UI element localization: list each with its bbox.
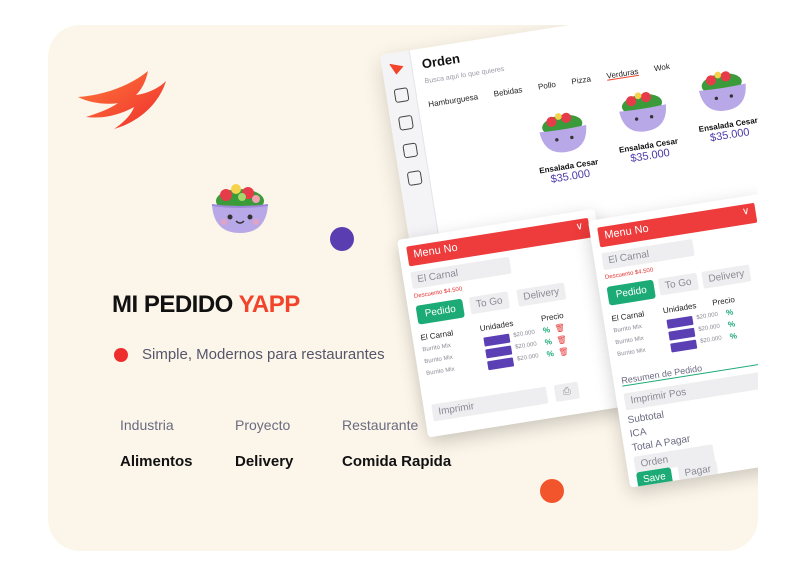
headline-accent: YAPP [238,291,301,318]
tab-pizza[interactable]: Pizza [571,74,592,86]
menu-label: Menu No [412,241,459,261]
menu-label: Menu No [603,222,650,242]
pedido-button[interactable]: Pedido [415,298,466,325]
tab-verduras[interactable]: Verduras [606,67,639,81]
subtotal-label: Subtotal [626,409,665,427]
discount-icon[interactable]: % [727,319,735,329]
order-summary-panel: Menu No ∨ El Carnal Descuento $4.500 Ped… [588,193,758,488]
swift-bird-logo-icon [78,71,166,129]
swift-logo-icon [389,62,405,76]
delivery-button[interactable]: Delivery [701,264,752,289]
discount-text: Descuento $4.500 [413,286,463,300]
meta-value: Delivery [235,453,294,470]
quantity-stepper[interactable] [487,357,515,371]
trash-icon[interactable]: 🗑 [558,347,569,357]
hero-card: MI PEDIDO YAPP Simple, Modernos para res… [48,25,758,551]
item-price: $20.000 [699,335,723,345]
delivery-button[interactable]: Delivery [516,282,567,307]
column-header: Unidades [479,318,514,334]
meta-value: Comida Rapida [342,453,452,470]
item-name: Burrito Mix [423,354,454,366]
salad-bowl-icon [211,184,269,233]
decorative-dot [330,227,354,251]
bullet-dot [114,347,128,362]
meta-value: Alimentos [120,453,193,470]
tab-bebidas[interactable]: Bebidas [493,85,523,98]
quantity-stepper[interactable] [666,315,694,329]
column-header: Precio [711,295,736,308]
column-header: El Carnal [610,309,645,324]
item-name: Burrito Mix [425,366,456,378]
item-name: Burrito Mix [616,347,647,359]
meta-label: Proyecto [235,417,291,433]
item-price: $20.000 [516,353,540,363]
quantity-stepper[interactable] [485,345,513,359]
item-name: Burrito Mix [422,342,452,354]
tab-hamburguesa[interactable]: Hamburguesa [428,92,479,109]
column-header: El Carnal [419,328,454,343]
item-price: $20.000 [512,329,536,339]
chevron-down-icon: ∨ [741,205,751,218]
discount-icon[interactable]: % [542,325,550,335]
discount-icon[interactable]: % [725,307,733,317]
rocket-icon[interactable] [397,114,414,131]
quantity-stepper[interactable] [668,327,696,341]
discount-icon[interactable]: % [544,337,552,347]
order-title: Orden [420,50,461,72]
to-go-button[interactable]: To Go [468,291,510,315]
tab-wok[interactable]: Wok [653,62,670,73]
salad-bowl-icon [698,71,746,111]
to-go-button[interactable]: To Go [657,272,699,296]
print-dropdown[interactable]: Imprimir [431,386,549,422]
ticket-icon[interactable] [401,142,418,159]
item-name: Burrito Mix [613,323,643,335]
quantity-stepper[interactable] [483,333,511,347]
meta-label: Industria [120,417,174,433]
product-card[interactable]: Ensalada Cesar $35.000 [680,56,758,147]
user-icon[interactable] [406,170,423,187]
product-card[interactable]: Ensalada Cesar $35.000 [520,98,610,189]
pedido-button[interactable]: Pedido [606,279,657,306]
trash-icon[interactable]: 🗑 [554,323,565,333]
salad-bowl-icon [619,92,666,132]
quantity-stepper[interactable] [670,339,698,353]
item-price: $20.000 [514,341,538,351]
headline-main: MI PEDIDO [112,291,233,318]
tab-pollo[interactable]: Pollo [537,80,556,92]
trash-icon[interactable]: 🗑 [556,335,567,345]
decorative-dot [540,479,564,503]
discount-icon[interactable]: % [546,349,554,359]
product-card[interactable]: Ensalada Cesar $35.000 [600,77,690,168]
salad-bowl-icon [539,112,587,153]
discount-text: Descuento $4.500 [604,267,654,281]
item-price: $20.000 [697,323,721,334]
column-header: Precio [540,310,565,324]
item-name: Burrito Mix [614,335,645,347]
printer-icon[interactable]: ⎙ [553,381,581,403]
ica-label: ICA [629,426,648,441]
meta-industry: Industria Alimentos [120,417,193,470]
discount-icon[interactable]: % [729,331,737,341]
tagline-row: Simple, Modernos para restaurantes [114,346,385,363]
home-icon[interactable] [393,87,410,104]
tagline: Simple, Modernos para restaurantes [142,346,385,363]
item-price: $20.000 [696,311,719,322]
meta-project: Proyecto Delivery [235,417,293,470]
column-header: Unidades [662,301,698,316]
page-title: MI PEDIDO YAPP [112,291,300,319]
chevron-down-icon: ∨ [575,220,584,233]
